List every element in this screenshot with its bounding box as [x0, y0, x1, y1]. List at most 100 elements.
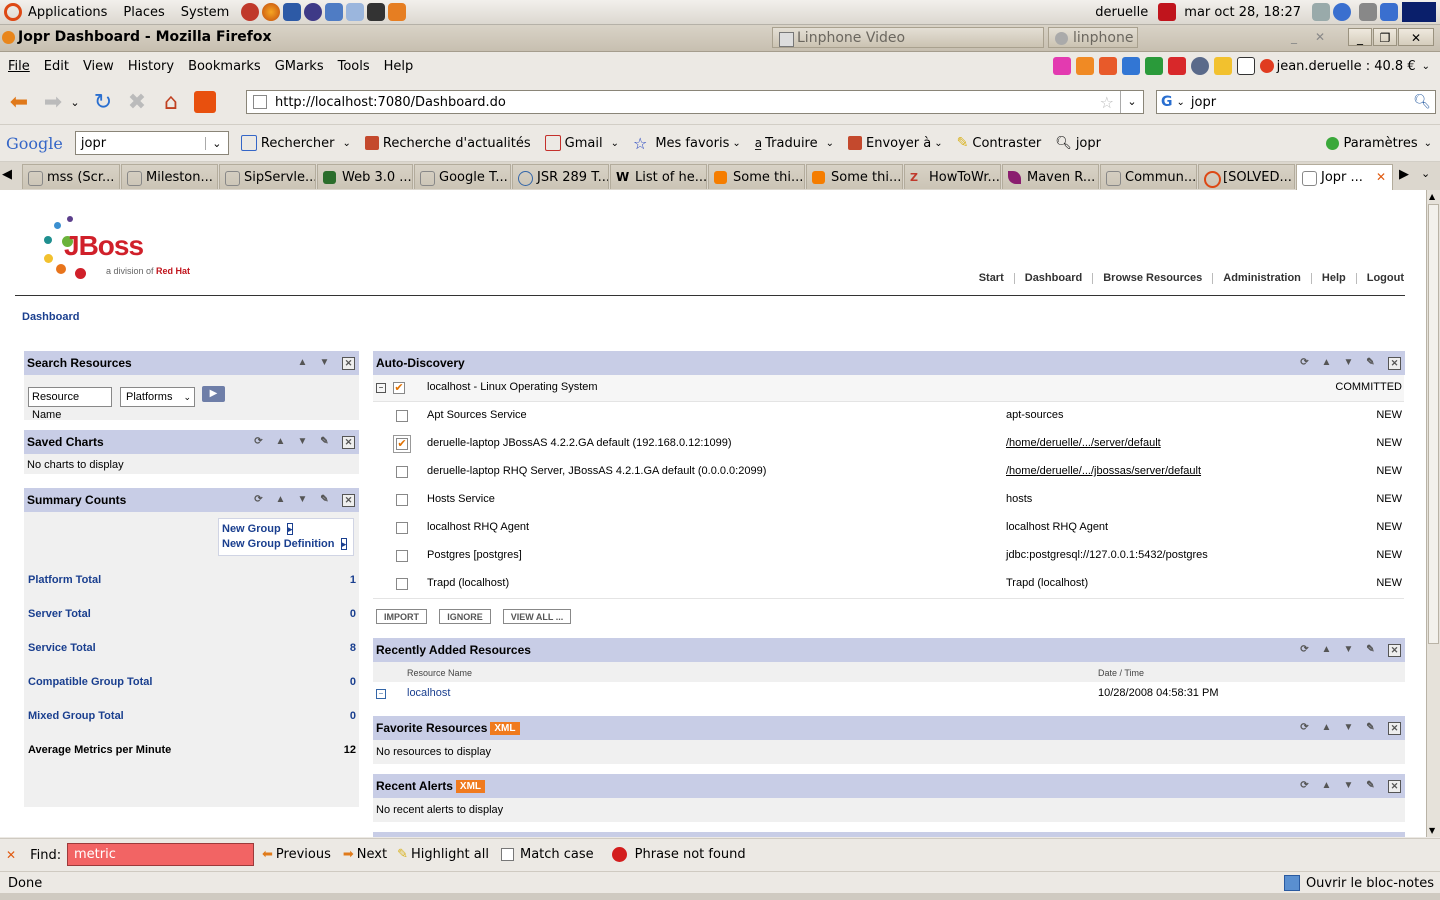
notepad-button[interactable]: Ouvrir le bloc-notes — [1283, 875, 1434, 891]
firebug-icon[interactable] — [192, 89, 218, 115]
tab-commun[interactable]: Commun... — [1100, 164, 1197, 189]
scroll-thumb[interactable] — [1428, 204, 1439, 644]
current-user[interactable]: deruelle — [1095, 5, 1148, 20]
tab-list-of-he[interactable]: W List of he... — [610, 164, 707, 189]
move-up-icon[interactable]: ▲ — [297, 357, 308, 368]
taskbar-linphone[interactable]: linphone — [1048, 27, 1138, 48]
menu-view[interactable]: View — [83, 59, 114, 74]
history-dropdown-icon[interactable]: ⌄ — [68, 89, 82, 115]
gt-actualites[interactable]: Recherche d'actualités — [364, 136, 531, 151]
find-previous-button[interactable]: ⬅ Previous — [262, 847, 331, 862]
findbar-close-icon[interactable]: ✕ — [6, 848, 16, 862]
google-search-input[interactable]: jopr — [81, 136, 205, 151]
google-search-box[interactable]: jopr ⌄ — [74, 131, 229, 155]
refresh-icon[interactable]: ⟳ — [1299, 357, 1310, 368]
breadcrumb[interactable]: Dashboard — [22, 311, 79, 323]
tab-sipservlet[interactable]: SipServle... — [219, 164, 316, 189]
tab-web30[interactable]: Web 3.0 ... — [317, 164, 413, 189]
search-go-button[interactable]: ▶ — [202, 386, 225, 402]
tab-jopr[interactable]: Jopr ... ✕ — [1296, 164, 1393, 191]
resource-checkbox[interactable] — [396, 410, 408, 422]
tab-some-thi-1[interactable]: Some thi... — [708, 164, 805, 189]
settings-wrench-icon[interactable]: ✎ — [1365, 644, 1376, 655]
ext-cart-icon[interactable] — [1075, 57, 1094, 75]
col-resource-name[interactable]: Resource Name — [407, 668, 472, 678]
highlight-all-button[interactable]: ✎ Highlight all — [397, 847, 489, 862]
url-dropdown-icon[interactable]: ⌄ — [1120, 91, 1143, 113]
move-up-icon[interactable]: ▲ — [1321, 780, 1332, 791]
gt-jopr[interactable]: 🔍︎ jopr — [1055, 136, 1101, 151]
move-down-icon[interactable]: ▼ — [1343, 780, 1354, 791]
resource-name-input[interactable]: Resource Name — [28, 387, 112, 421]
xml-feed-badge[interactable]: XML — [490, 722, 520, 736]
move-down-icon[interactable]: ▼ — [1343, 722, 1354, 733]
tabs-list-icon[interactable]: ⌄ — [1421, 167, 1430, 180]
home-icon[interactable]: ⌂ — [158, 89, 184, 115]
search-magnifier-icon[interactable]: 🔍︎ — [1413, 94, 1431, 110]
portlet-close-icon[interactable]: ✕ — [1388, 722, 1401, 735]
taskbar-minimize-icon[interactable]: _ — [1282, 28, 1306, 46]
search-input[interactable]: jopr — [1191, 95, 1216, 110]
tab-some-thi-2[interactable]: Some thi... — [806, 164, 903, 189]
forward-icon[interactable]: ➡ — [40, 89, 66, 115]
bookmark-star-icon[interactable]: ☆ — [1100, 93, 1114, 112]
move-down-icon[interactable]: ▼ — [319, 357, 330, 368]
menu-help[interactable]: Help — [384, 59, 414, 74]
google-search-engine-icon[interactable]: G — [1161, 94, 1173, 110]
tab-solved[interactable]: [SOLVED... — [1198, 164, 1295, 189]
nav-browse-resources[interactable]: Browse Resources — [1103, 272, 1202, 284]
scroll-down-icon[interactable]: ▼ — [1429, 826, 1435, 835]
resource-type-select[interactable]: Platforms ⌄ — [120, 387, 195, 407]
collapse-icon[interactable]: − — [376, 689, 386, 699]
gt-favoris[interactable]: ☆ Mes favoris ⌄ — [633, 134, 741, 153]
view-all-button[interactable]: VIEW ALL ... — [503, 609, 571, 624]
resource-checkbox[interactable] — [396, 494, 408, 506]
find-next-button[interactable]: ➡ Next — [343, 847, 387, 862]
tabs-scroll-right-icon[interactable]: ▶ — [1399, 167, 1409, 182]
new-group-link[interactable]: New Group ▸ — [222, 523, 294, 535]
places-menu[interactable]: Places — [123, 5, 164, 20]
scroll-up-icon[interactable]: ▲ — [1429, 192, 1435, 201]
ext-gift-icon[interactable] — [1167, 57, 1186, 75]
vertical-scrollbar[interactable]: ▲ ▼ — [1426, 190, 1440, 837]
move-up-icon[interactable]: ▲ — [275, 494, 286, 505]
refresh-icon[interactable]: ⟳ — [1299, 722, 1310, 733]
settings-wrench-icon[interactable]: ✎ — [319, 494, 330, 505]
tab-jsr289[interactable]: JSR 289 T... — [512, 164, 609, 189]
applications-menu[interactable]: Applications — [28, 5, 107, 20]
launcher-help-icon[interactable] — [241, 3, 260, 21]
nav-help[interactable]: Help — [1322, 272, 1346, 284]
gt-contraster[interactable]: ✎ Contraster — [957, 135, 1042, 151]
ext-note-icon[interactable] — [1213, 57, 1232, 75]
refresh-icon[interactable]: ⟳ — [1299, 780, 1310, 791]
server-total-row[interactable]: Server Total 0 — [28, 608, 356, 620]
settings-wrench-icon[interactable]: ✎ — [1365, 357, 1376, 368]
remote-desktop-launcher-icon[interactable] — [346, 3, 365, 21]
portlet-close-icon[interactable]: ✕ — [1388, 357, 1401, 370]
tab-mss[interactable]: mss (Scr... — [22, 164, 120, 189]
ext-calendar-icon[interactable] — [1098, 57, 1117, 75]
system-monitor-graph[interactable] — [1402, 2, 1436, 22]
move-down-icon[interactable]: ▼ — [1343, 357, 1354, 368]
nav-logout[interactable]: Logout — [1367, 272, 1404, 284]
system-menu[interactable]: System — [181, 5, 229, 20]
menu-edit[interactable]: Edit — [44, 59, 69, 74]
back-icon[interactable]: ⬅ — [6, 89, 32, 115]
tabs-scroll-left-icon[interactable]: ◀ — [2, 167, 12, 182]
menu-tools[interactable]: Tools — [338, 59, 370, 74]
resource-checkbox[interactable] — [396, 466, 408, 478]
settings-wrench-icon[interactable]: ✎ — [319, 436, 330, 447]
resource-link[interactable]: localhost — [407, 687, 450, 699]
col-date-time[interactable]: Date / Time — [1098, 668, 1144, 678]
move-up-icon[interactable]: ▲ — [1321, 722, 1332, 733]
resource-checkbox[interactable]: ✔ — [393, 435, 411, 453]
tray-printer-icon[interactable] — [1312, 3, 1330, 21]
nav-dashboard[interactable]: Dashboard — [1025, 272, 1082, 284]
compatible-group-total-row[interactable]: Compatible Group Total 0 — [28, 676, 356, 688]
eclipse-launcher-icon[interactable] — [304, 3, 323, 21]
portlet-close-icon[interactable]: ✕ — [342, 494, 355, 507]
nav-administration[interactable]: Administration — [1223, 272, 1301, 284]
resource-checkbox[interactable] — [396, 550, 408, 562]
refresh-icon[interactable]: ⟳ — [1299, 644, 1310, 655]
xml-feed-badge[interactable]: XML — [455, 780, 486, 794]
